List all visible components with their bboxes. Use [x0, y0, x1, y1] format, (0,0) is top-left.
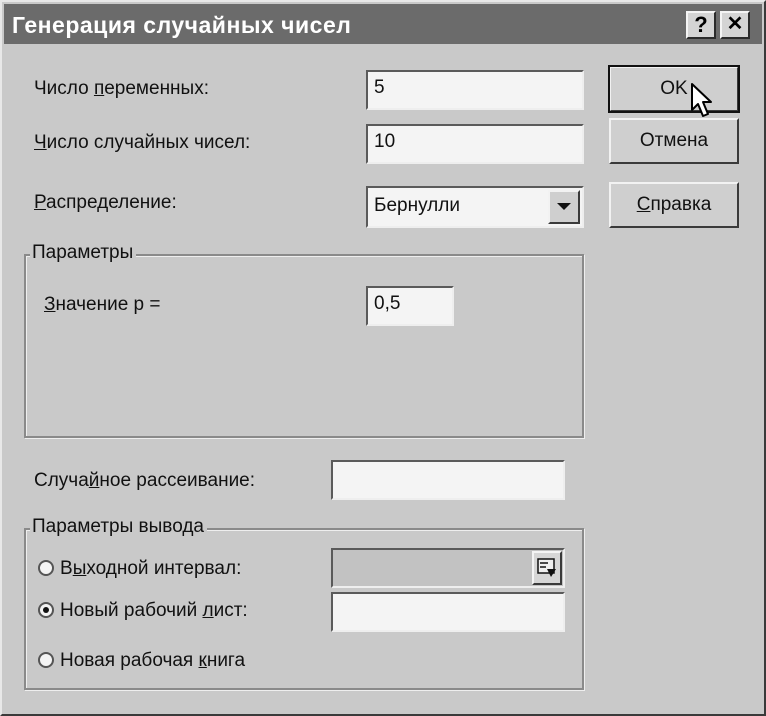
- new-sheet-name-input[interactable]: [331, 592, 565, 632]
- output-range-label[interactable]: Выходной интервал:: [60, 558, 241, 580]
- close-icon: ✕: [726, 13, 744, 35]
- new-sheet-label[interactable]: Новый рабочий лист:: [60, 600, 248, 622]
- close-button[interactable]: ✕: [720, 11, 750, 39]
- ok-button[interactable]: OK: [608, 65, 740, 113]
- new-book-label[interactable]: Новая рабочая книга: [60, 650, 245, 672]
- distribution-select[interactable]: Бернулли: [366, 186, 584, 228]
- cancel-button[interactable]: Отмена: [609, 118, 739, 164]
- radio-selected-dot: [43, 607, 49, 613]
- num-random-input[interactable]: 10: [366, 124, 584, 164]
- output-range-radio[interactable]: [38, 560, 54, 576]
- collapse-dialog-icon: [537, 558, 556, 577]
- num-variables-input[interactable]: 5: [366, 70, 584, 110]
- distribution-label: Распределение:: [34, 192, 177, 213]
- title-bar: Генерация случайных чисел ? ✕: [4, 4, 762, 44]
- random-number-generation-dialog: Генерация случайных чисел ? ✕ Число пере…: [0, 0, 766, 716]
- help-button[interactable]: Справка: [609, 182, 739, 228]
- parameters-group: [24, 254, 584, 438]
- p-value-input[interactable]: 0,5: [366, 286, 454, 326]
- num-random-label: Число случайных чисел:: [34, 132, 251, 153]
- new-sheet-radio[interactable]: [38, 602, 54, 618]
- output-range-input[interactable]: [331, 548, 565, 588]
- new-book-radio[interactable]: [38, 652, 54, 668]
- dropdown-button[interactable]: [548, 190, 580, 224]
- help-title-button[interactable]: ?: [686, 11, 716, 39]
- parameters-group-title: Параметры: [30, 242, 137, 264]
- mouse-pointer-icon: [691, 83, 712, 117]
- random-seed-label: Случайное рассеивание:: [34, 470, 256, 491]
- random-seed-input[interactable]: [331, 460, 565, 500]
- dialog-title: Генерация случайных чисел: [12, 12, 352, 38]
- distribution-value: Бернулли: [374, 195, 460, 216]
- p-value-label: Значение p =: [44, 294, 161, 315]
- dropdown-arrow-icon: [557, 203, 571, 210]
- output-options-group-title: Параметры вывода: [30, 516, 207, 538]
- num-variables-label: Число переменных:: [34, 78, 209, 99]
- collapse-dialog-button[interactable]: [532, 551, 562, 585]
